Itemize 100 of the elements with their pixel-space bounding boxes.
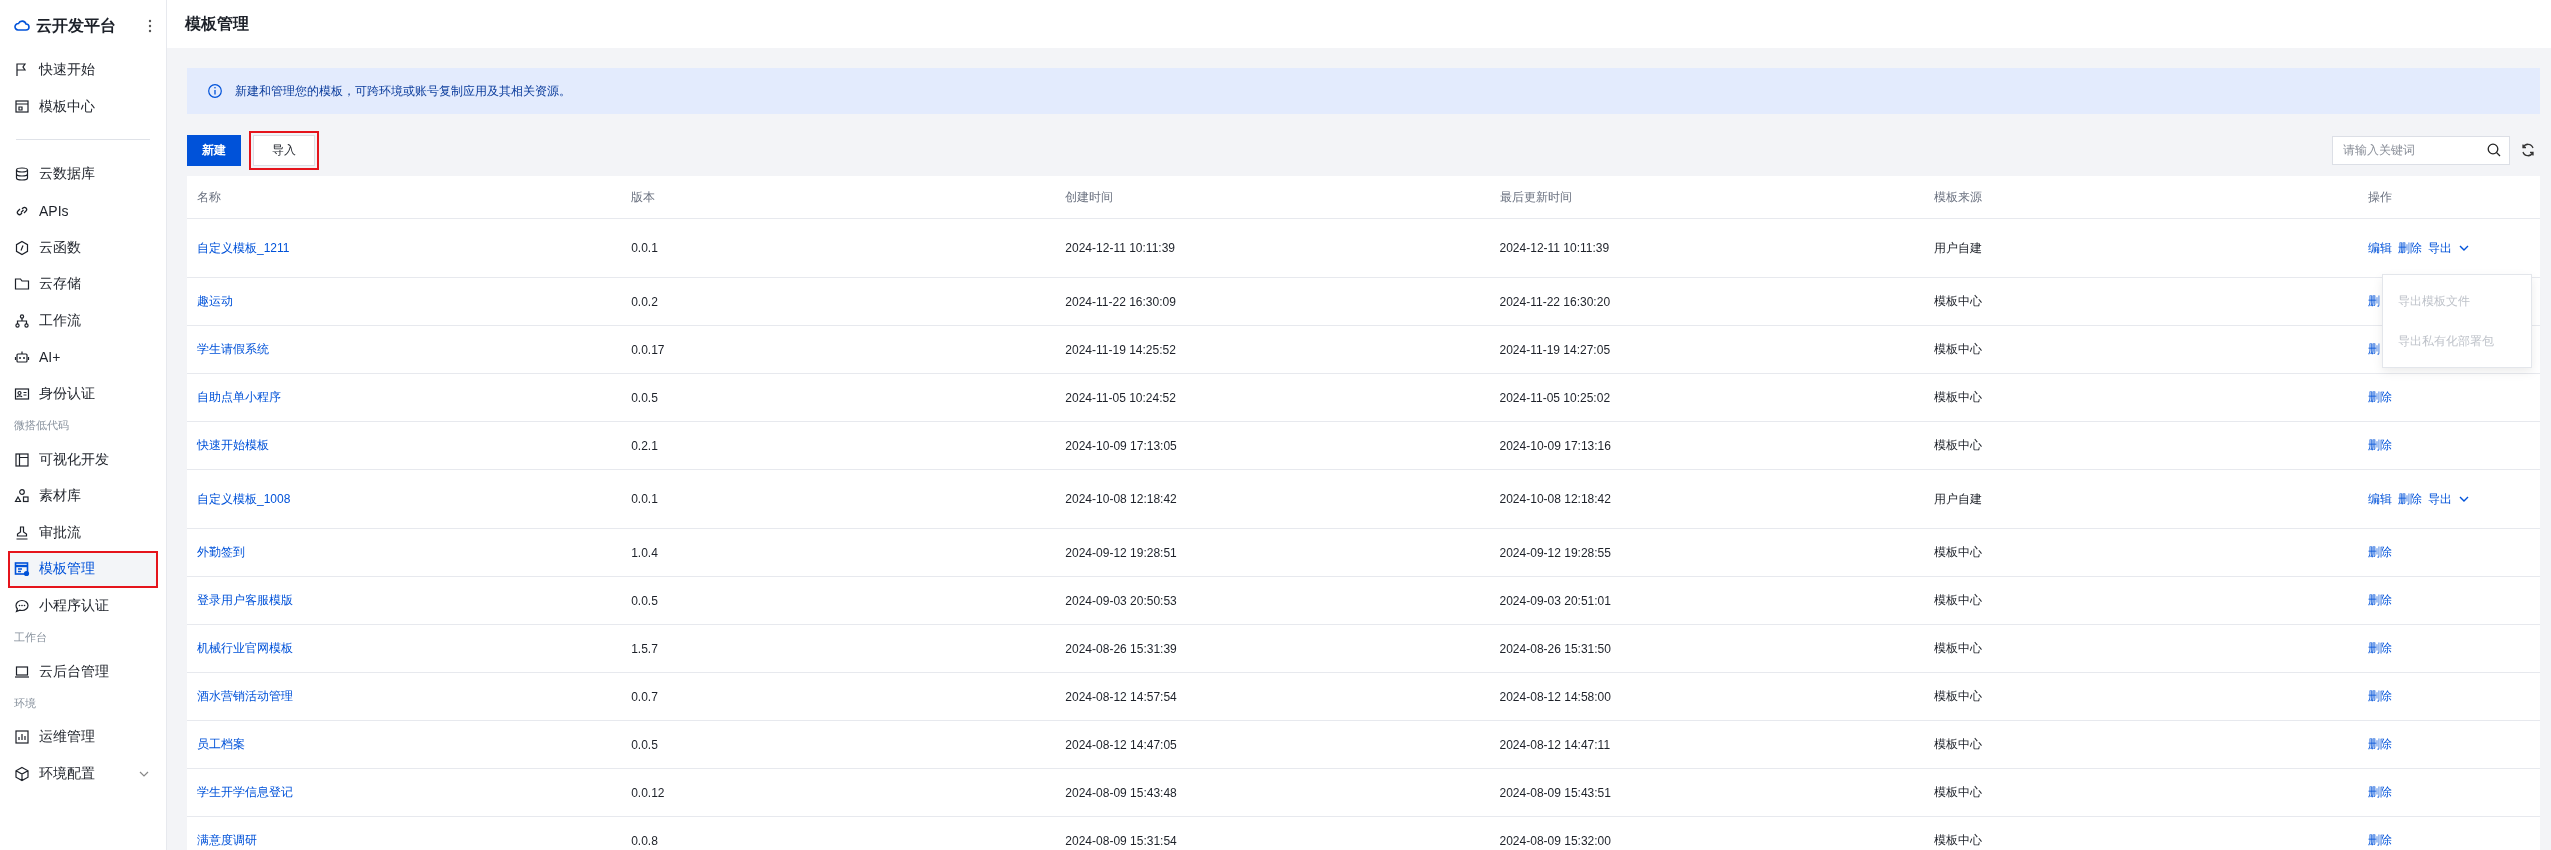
action-link[interactable]: 删除 <box>2367 592 2392 609</box>
table-cell: 模板中心 <box>1923 576 2358 625</box>
column-header: 版本 <box>621 176 1056 219</box>
chat-icon <box>14 598 30 614</box>
sidebar-item[interactable]: 可视化开发 <box>8 441 158 478</box>
action-link[interactable]: 删除 <box>2367 832 2392 849</box>
action-link[interactable]: 删除 <box>2367 736 2392 753</box>
sidebar-item[interactable]: APIs <box>8 192 158 230</box>
action-link[interactable]: 删除 <box>2367 437 2392 454</box>
template-link[interactable]: 自助点单小程序 <box>197 390 281 404</box>
table-cell: 2024-08-12 14:47:11 <box>1489 720 1924 769</box>
sidebar-item[interactable]: 环境配置 <box>8 755 158 793</box>
section-heading: 微搭低代码 <box>13 418 70 434</box>
action-link[interactable]: 删除 <box>2367 688 2392 705</box>
table-cell: 2024-11-19 14:25:52 <box>1055 325 1490 374</box>
action-link[interactable]: 删除 <box>2367 544 2392 561</box>
sidebar-item[interactable]: 云存储 <box>8 265 158 303</box>
template-link[interactable]: 学生开学信息登记 <box>197 785 293 799</box>
action-link[interactable]: 删 <box>2367 293 2380 310</box>
action-link[interactable]: 编辑 <box>2367 490 2392 508</box>
search-field[interactable]: 请输入关键词 <box>2332 135 2510 165</box>
table-cell: 0.0.2 <box>621 277 1056 326</box>
table-cell: 模板中心 <box>1923 373 2358 422</box>
table-cell: 0.2.1 <box>621 421 1056 470</box>
table-cell: 0.0.8 <box>621 816 1056 850</box>
sidebar-item[interactable]: 模板管理 <box>8 551 158 588</box>
table-cell: 2024-09-03 20:51:01 <box>1489 576 1924 625</box>
table-cell: 模板中心 <box>1923 624 2358 673</box>
sidebar-item[interactable]: 审批流 <box>8 514 158 552</box>
template-link[interactable]: 自定义模板_1008 <box>197 491 291 506</box>
table-cell: 模板中心 <box>1923 421 2358 470</box>
action-link[interactable]: 删除 <box>2367 389 2392 406</box>
action-link[interactable]: 编辑 <box>2367 239 2392 257</box>
template-link[interactable]: 快速开始模板 <box>197 438 269 452</box>
table-cell: 2024-11-19 14:27:05 <box>1489 325 1924 374</box>
table-cell: 1.5.7 <box>621 624 1056 673</box>
sidebar-item[interactable]: 素材库 <box>8 477 158 515</box>
column-header: 名称 <box>187 176 622 219</box>
page-title: 模板管理 <box>185 13 249 34</box>
export-dropdown[interactable]: 导出 <box>2427 239 2472 257</box>
template-link[interactable]: 满意度调研 <box>197 833 257 847</box>
sidebar-item[interactable]: 工作流 <box>8 302 158 340</box>
template-link[interactable]: 酒水营销活动管理 <box>197 689 293 703</box>
table-cell: 2024-11-22 16:30:20 <box>1489 277 1924 326</box>
table-cell: 模板中心 <box>1923 325 2358 374</box>
table-cell: 模板中心 <box>1923 816 2358 850</box>
template-link[interactable]: 自定义模板_1211 <box>197 240 290 255</box>
layout-icon <box>14 451 30 468</box>
template-link[interactable]: 外勤签到 <box>197 545 245 559</box>
info-text: 新建和管理您的模板，可跨环境或账号复制应用及其相关资源。 <box>235 82 571 100</box>
table-cell: 2024-12-11 10:11:39 <box>1055 218 1490 278</box>
create-button[interactable]: 新建 <box>187 134 241 166</box>
table-cell: 2024-11-05 10:25:02 <box>1489 373 1924 422</box>
hexagon-icon <box>14 239 30 256</box>
sidebar-item[interactable]: 云数据库 <box>8 156 158 193</box>
refresh-icon[interactable] <box>2520 142 2536 158</box>
table-cell: 用户自建 <box>1923 218 2358 278</box>
sidebar-item[interactable]: 快速开始 <box>8 52 158 89</box>
column-header: 操作 <box>2357 176 2540 219</box>
chart-icon <box>14 729 30 746</box>
template-link[interactable]: 趣运动 <box>197 294 233 308</box>
action-link[interactable]: 删除 <box>2397 239 2422 257</box>
table-cell: 0.0.1 <box>621 469 1056 529</box>
template-link[interactable]: 学生请假系统 <box>197 342 269 356</box>
column-header: 模板来源 <box>1923 176 2358 219</box>
sidebar-item[interactable]: 模板中心 <box>8 88 158 126</box>
table-cell: 2024-09-12 19:28:55 <box>1489 528 1924 577</box>
table-cell: 0.0.5 <box>621 720 1056 769</box>
action-link[interactable]: 删除 <box>2397 490 2422 508</box>
table-cell: 2024-08-12 14:58:00 <box>1489 672 1924 721</box>
table-cell: 0.0.12 <box>621 768 1056 817</box>
template-link[interactable]: 登录用户客服模版 <box>197 593 293 607</box>
template-link[interactable]: 机械行业官网模板 <box>197 641 293 655</box>
folder-icon <box>14 276 30 293</box>
section-heading: 工作台 <box>13 630 48 646</box>
table-cell: 模板中心 <box>1923 672 2358 721</box>
sidebar-item[interactable]: 云函数 <box>8 229 158 266</box>
sidebar-item[interactable]: 运维管理 <box>8 718 158 756</box>
action-link[interactable]: 删除 <box>2367 640 2392 657</box>
table-cell: 2024-10-09 17:13:05 <box>1055 421 1490 470</box>
action-link[interactable]: 删 <box>2367 341 2380 358</box>
database-icon <box>14 166 30 183</box>
table-cell: 2024-11-05 10:24:52 <box>1055 373 1490 422</box>
sidebar-item[interactable]: AI+ <box>8 339 158 376</box>
cube-icon <box>14 765 30 782</box>
table-cell: 2024-11-22 16:30:09 <box>1055 277 1490 326</box>
export-dropdown[interactable]: 导出 <box>2427 490 2472 508</box>
sidebar-item[interactable]: 云后台管理 <box>8 653 158 690</box>
template-link[interactable]: 员工档案 <box>197 737 245 751</box>
action-link[interactable]: 删除 <box>2367 784 2392 801</box>
stamp-icon <box>14 524 30 541</box>
table-cell: 2024-08-12 14:57:54 <box>1055 672 1490 721</box>
sidebar-item[interactable]: 身份认证 <box>8 375 158 413</box>
shapes-icon <box>14 488 30 505</box>
sidebar-item[interactable]: 小程序认证 <box>8 587 158 625</box>
template-icon <box>14 561 30 578</box>
table-cell: 2024-10-08 12:18:42 <box>1055 469 1490 529</box>
table-cell: 2024-08-26 15:31:50 <box>1489 624 1924 673</box>
table-cell: 2024-09-12 19:28:51 <box>1055 528 1490 577</box>
brand-name: 云开发平台 <box>36 15 117 36</box>
